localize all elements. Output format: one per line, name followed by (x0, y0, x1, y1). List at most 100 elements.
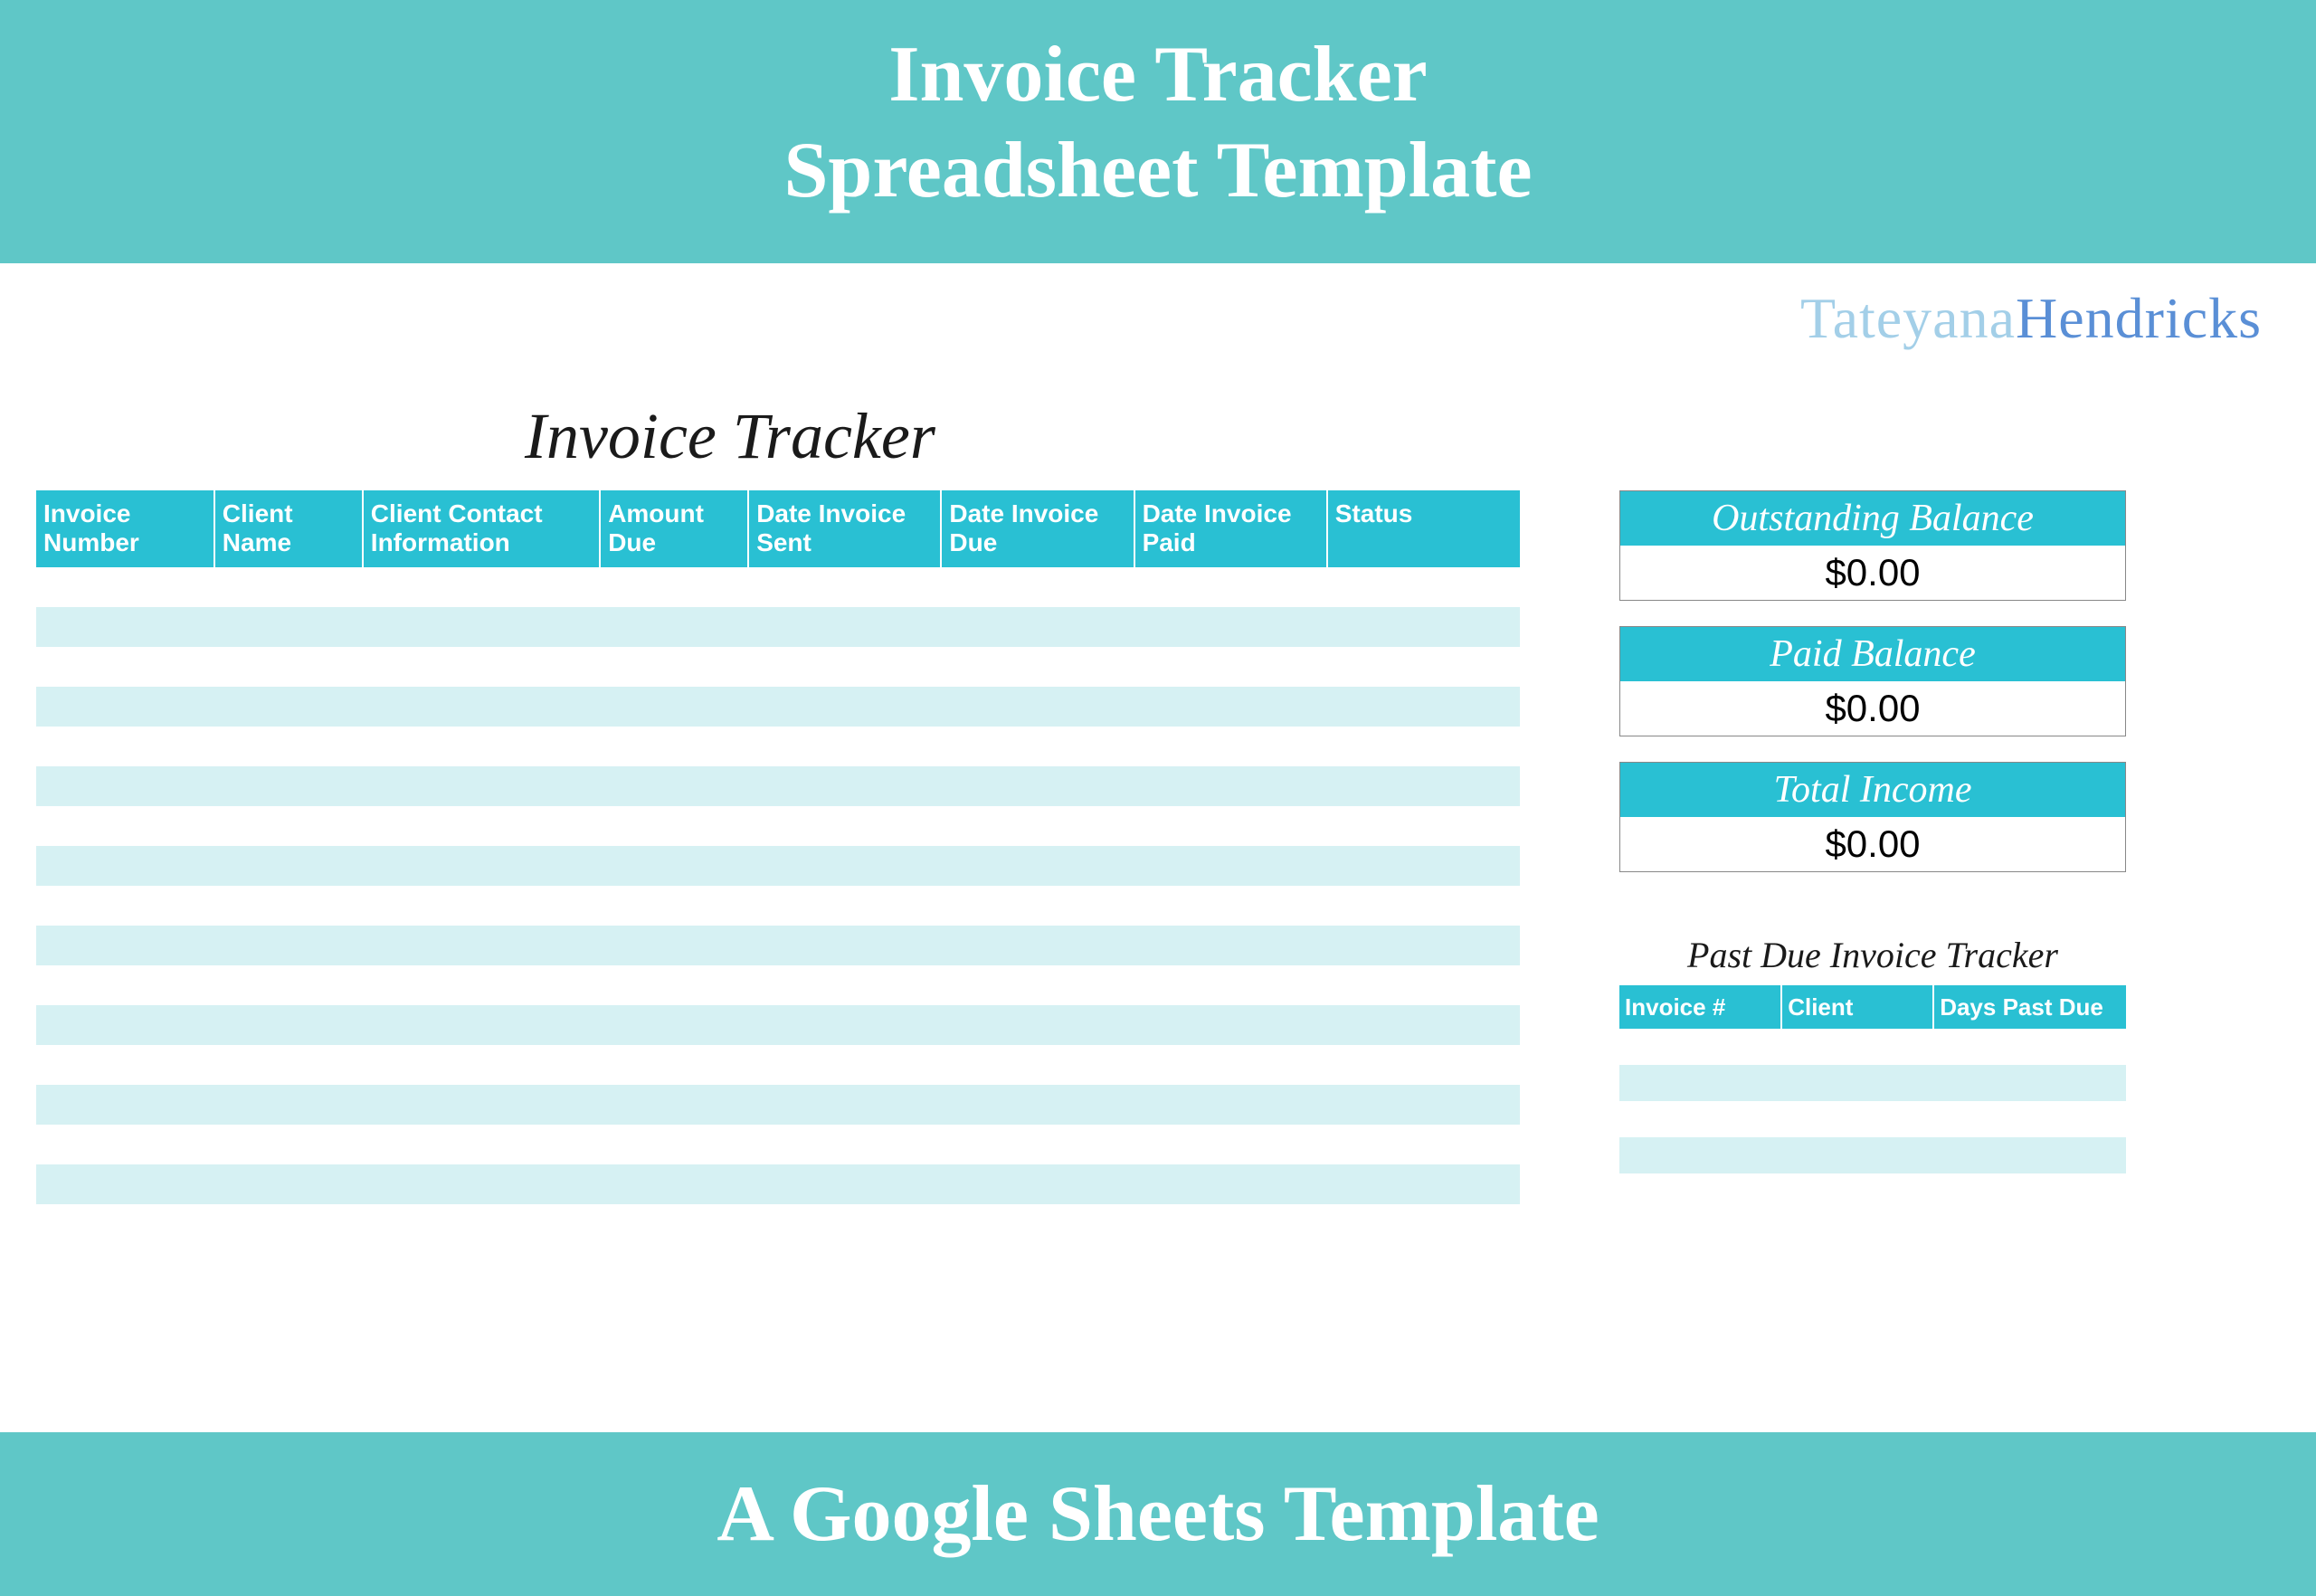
col-date-sent[interactable]: Date Invoice Sent (748, 490, 941, 566)
table-cell[interactable] (36, 1045, 214, 1085)
table-cell[interactable] (748, 1164, 941, 1204)
table-row[interactable] (1619, 1029, 2126, 1065)
table-cell[interactable] (363, 567, 600, 607)
pd-col-days[interactable]: Days Past Due (1933, 985, 2126, 1029)
table-cell[interactable] (1134, 965, 1327, 1005)
table-cell[interactable] (941, 1164, 1134, 1204)
table-cell[interactable] (214, 1005, 363, 1045)
table-cell[interactable] (363, 1045, 600, 1085)
table-cell[interactable] (748, 1085, 941, 1125)
table-cell[interactable] (1781, 1029, 1933, 1065)
table-cell[interactable] (36, 687, 214, 727)
table-cell[interactable] (214, 886, 363, 926)
table-cell[interactable] (1619, 1101, 1781, 1137)
table-cell[interactable] (36, 567, 214, 607)
table-cell[interactable] (748, 1045, 941, 1085)
table-row[interactable] (36, 846, 1520, 886)
table-cell[interactable] (214, 965, 363, 1005)
table-cell[interactable] (214, 1045, 363, 1085)
pd-col-invoice[interactable]: Invoice # (1619, 985, 1781, 1029)
table-cell[interactable] (600, 965, 748, 1005)
table-cell[interactable] (941, 766, 1134, 806)
table-cell[interactable] (1134, 1085, 1327, 1125)
table-row[interactable] (36, 1045, 1520, 1085)
table-cell[interactable] (1134, 926, 1327, 965)
col-date-paid[interactable]: Date Invoice Paid (1134, 490, 1327, 566)
table-cell[interactable] (363, 607, 600, 647)
table-cell[interactable] (941, 607, 1134, 647)
table-cell[interactable] (214, 687, 363, 727)
table-cell[interactable] (1327, 886, 1520, 926)
table-cell[interactable] (941, 567, 1134, 607)
table-cell[interactable] (1134, 1125, 1327, 1164)
table-cell[interactable] (600, 727, 748, 766)
table-cell[interactable] (36, 727, 214, 766)
table-cell[interactable] (1327, 607, 1520, 647)
table-cell[interactable] (214, 607, 363, 647)
table-cell[interactable] (1134, 806, 1327, 846)
table-cell[interactable] (1933, 1137, 2126, 1173)
table-cell[interactable] (214, 1125, 363, 1164)
table-cell[interactable] (600, 806, 748, 846)
paid-balance-value[interactable]: $0.00 (1620, 681, 2125, 736)
table-cell[interactable] (1134, 886, 1327, 926)
table-cell[interactable] (363, 926, 600, 965)
table-cell[interactable] (1134, 607, 1327, 647)
table-cell[interactable] (748, 926, 941, 965)
table-cell[interactable] (1781, 1065, 1933, 1101)
table-cell[interactable] (214, 647, 363, 687)
table-cell[interactable] (600, 1005, 748, 1045)
table-cell[interactable] (600, 846, 748, 886)
table-cell[interactable] (600, 926, 748, 965)
table-cell[interactable] (214, 1085, 363, 1125)
table-cell[interactable] (748, 1005, 941, 1045)
table-cell[interactable] (748, 965, 941, 1005)
table-cell[interactable] (36, 766, 214, 806)
table-cell[interactable] (214, 926, 363, 965)
table-cell[interactable] (941, 727, 1134, 766)
table-cell[interactable] (363, 846, 600, 886)
table-cell[interactable] (1327, 1125, 1520, 1164)
table-cell[interactable] (1134, 727, 1327, 766)
table-cell[interactable] (36, 1164, 214, 1204)
table-cell[interactable] (600, 1125, 748, 1164)
table-row[interactable] (36, 687, 1520, 727)
table-cell[interactable] (1781, 1137, 1933, 1173)
table-cell[interactable] (1619, 1029, 1781, 1065)
table-cell[interactable] (214, 846, 363, 886)
table-cell[interactable] (214, 766, 363, 806)
table-cell[interactable] (941, 806, 1134, 846)
table-cell[interactable] (941, 1085, 1134, 1125)
col-amount-due[interactable]: Amount Due (600, 490, 748, 566)
table-cell[interactable] (1327, 846, 1520, 886)
table-cell[interactable] (941, 1125, 1134, 1164)
table-cell[interactable] (36, 926, 214, 965)
table-cell[interactable] (941, 846, 1134, 886)
table-row[interactable] (1619, 1065, 2126, 1101)
table-cell[interactable] (1134, 687, 1327, 727)
table-row[interactable] (36, 1164, 1520, 1204)
table-cell[interactable] (600, 1164, 748, 1204)
table-cell[interactable] (363, 727, 600, 766)
table-cell[interactable] (1327, 567, 1520, 607)
table-cell[interactable] (1327, 687, 1520, 727)
table-cell[interactable] (1781, 1101, 1933, 1137)
table-cell[interactable] (600, 1085, 748, 1125)
table-row[interactable] (36, 647, 1520, 687)
table-row[interactable] (36, 1005, 1520, 1045)
table-cell[interactable] (363, 687, 600, 727)
table-cell[interactable] (363, 766, 600, 806)
table-cell[interactable] (1327, 965, 1520, 1005)
table-cell[interactable] (1327, 1045, 1520, 1085)
table-cell[interactable] (941, 1045, 1134, 1085)
table-cell[interactable] (748, 687, 941, 727)
table-cell[interactable] (941, 1005, 1134, 1045)
table-cell[interactable] (600, 687, 748, 727)
table-row[interactable] (36, 727, 1520, 766)
table-cell[interactable] (600, 766, 748, 806)
table-cell[interactable] (1134, 1164, 1327, 1204)
col-status[interactable]: Status (1327, 490, 1520, 566)
total-income-value[interactable]: $0.00 (1620, 817, 2125, 871)
table-cell[interactable] (363, 1005, 600, 1045)
pd-col-client[interactable]: Client (1781, 985, 1933, 1029)
